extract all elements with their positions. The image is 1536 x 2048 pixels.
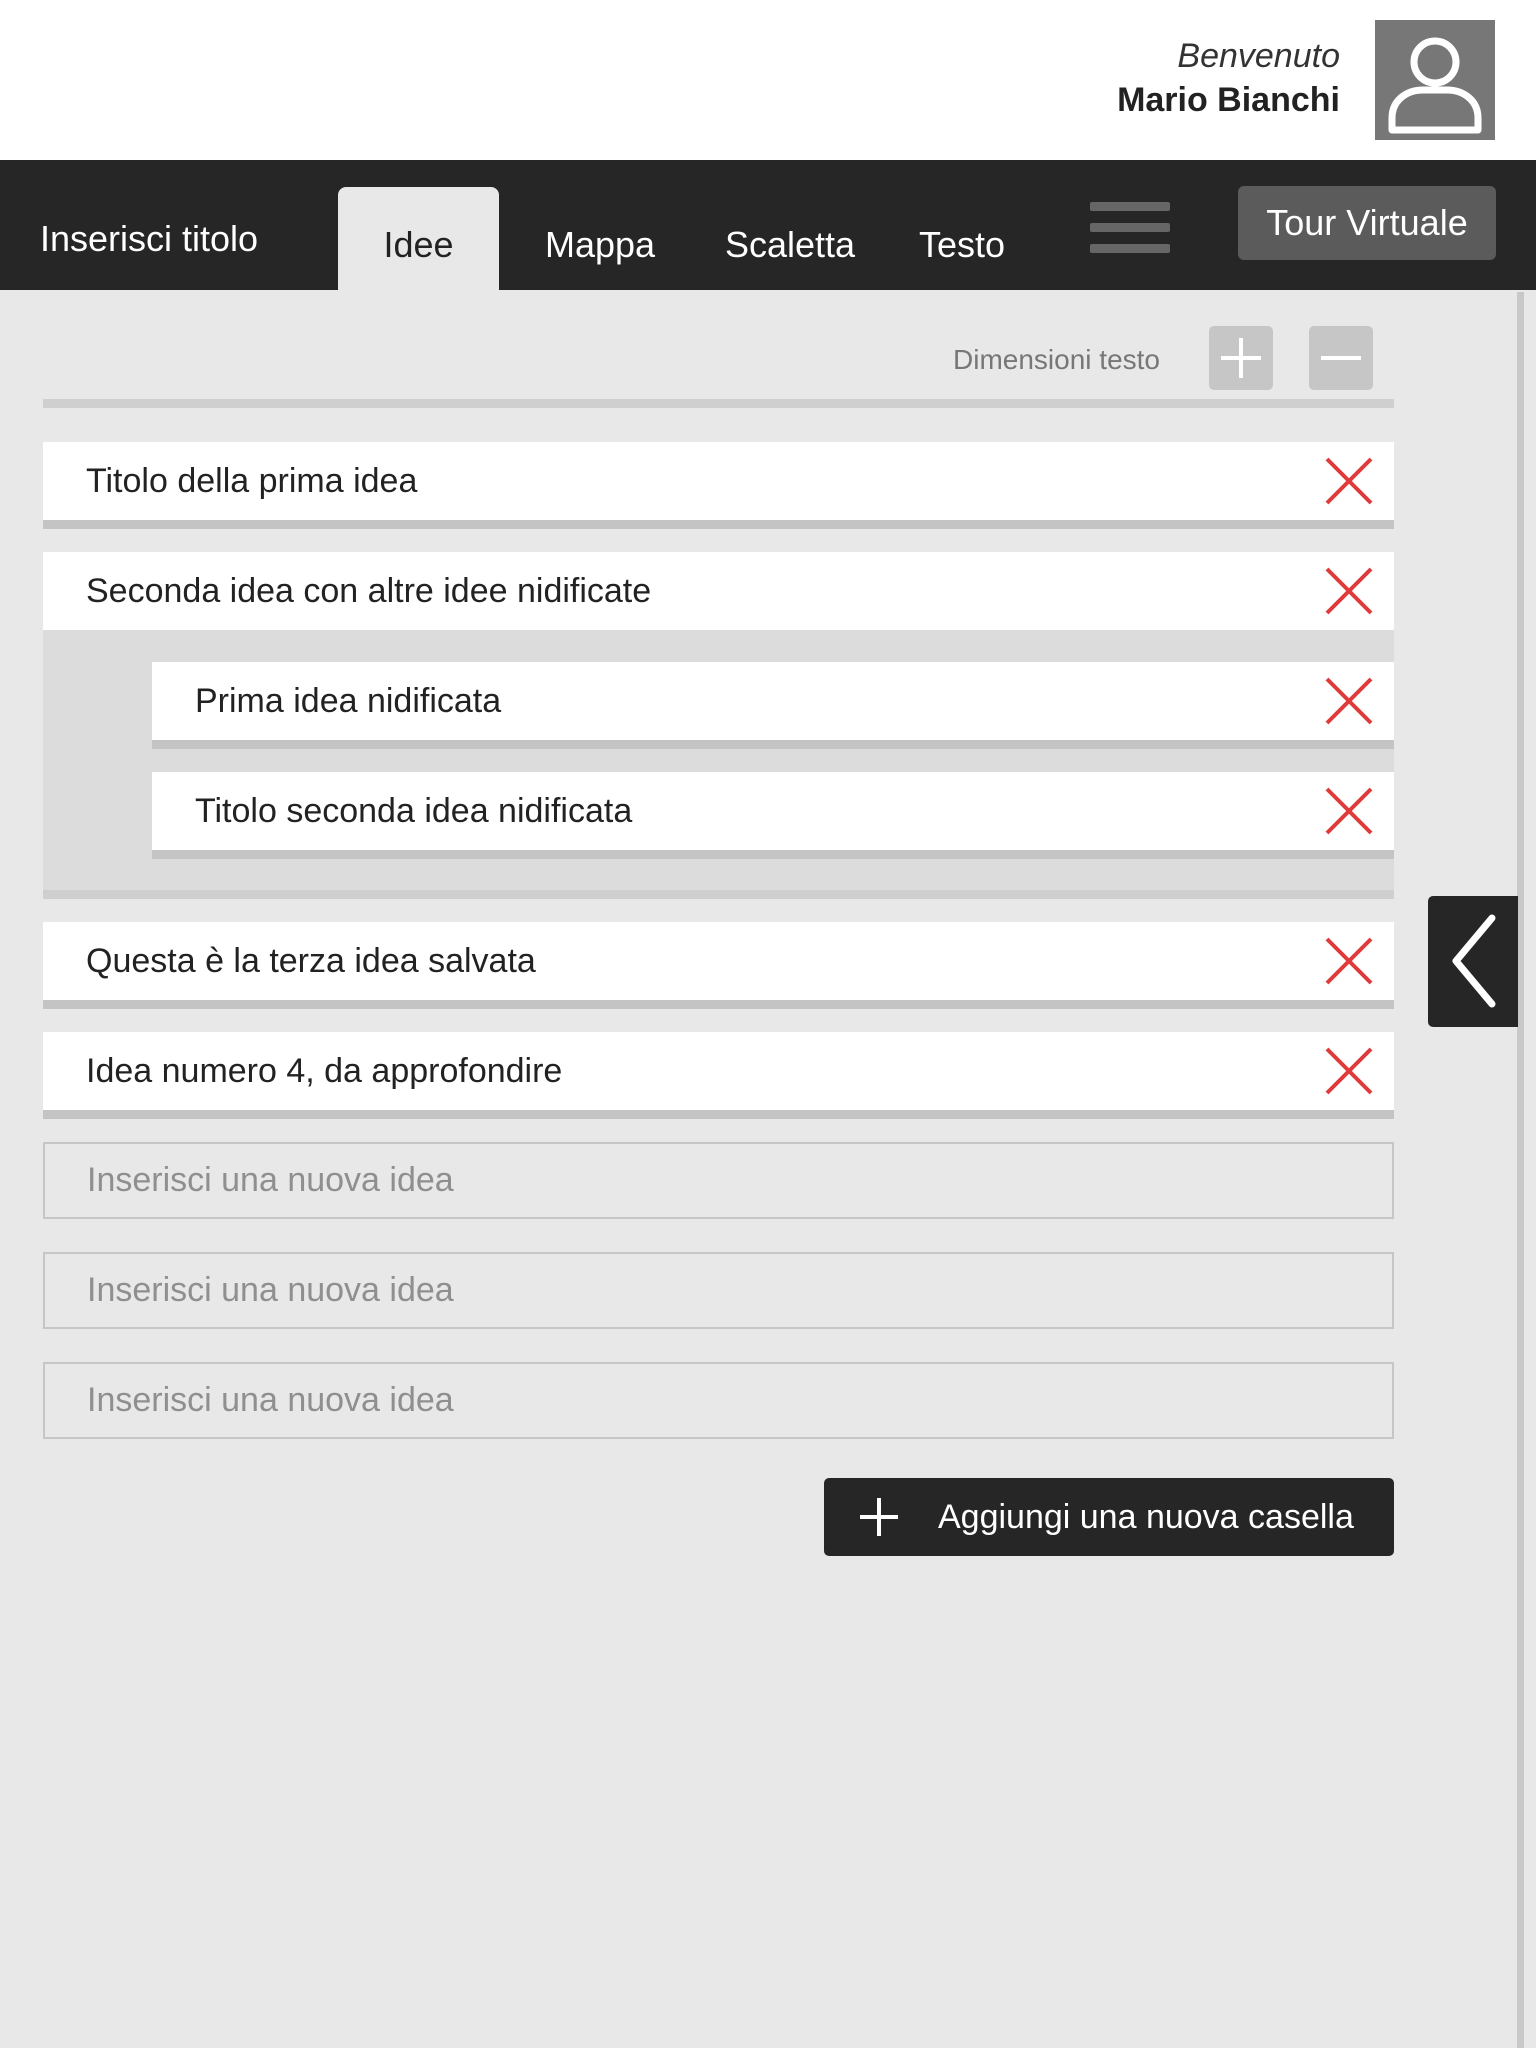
text-size-label: Dimensioni testo (953, 344, 1160, 375)
nested-idea-item[interactable]: Prima idea nidificata (152, 662, 1394, 749)
tab-testo[interactable]: Testo (906, 187, 1018, 290)
minus-icon[interactable] (1309, 326, 1373, 390)
add-new-box-label: Aggiungi una nuova casella (938, 1497, 1354, 1536)
document-title[interactable]: Inserisci titolo (40, 218, 258, 260)
welcome-block: Benvenuto Mario Bianchi (1117, 34, 1340, 122)
new-idea-input[interactable] (45, 1364, 1392, 1437)
idea-title[interactable]: Prima idea nidificata (195, 662, 501, 740)
scrollbar[interactable] (1517, 292, 1524, 2048)
header: Benvenuto Mario Bianchi (0, 0, 1536, 160)
welcome-label: Benvenuto (1177, 37, 1340, 75)
new-idea-input[interactable] (45, 1254, 1392, 1327)
idea-item[interactable]: Idea numero 4, da approfondire (43, 1032, 1394, 1119)
idea-item[interactable]: Seconda idea con altre idee nidificate (43, 552, 1394, 630)
chevron-left-icon (1452, 914, 1496, 1008)
idea-title[interactable]: Idea numero 4, da approfondire (86, 1032, 562, 1110)
tab-idee[interactable]: Idee (338, 187, 499, 290)
tab-mappa[interactable]: Mappa (530, 187, 670, 290)
delete-icon[interactable] (1324, 786, 1374, 836)
add-new-box-button[interactable]: Aggiungi una nuova casella (824, 1478, 1394, 1556)
idea-title[interactable]: Titolo della prima idea (86, 442, 417, 520)
delete-icon[interactable] (1324, 1046, 1374, 1096)
plus-icon[interactable] (1209, 326, 1273, 390)
idea-title[interactable]: Titolo seconda idea nidificata (195, 772, 632, 850)
new-idea-field[interactable] (43, 1362, 1394, 1439)
side-panel-toggle[interactable] (1428, 896, 1518, 1027)
plus-icon (860, 1498, 898, 1536)
delete-icon[interactable] (1324, 676, 1374, 726)
tour-virtuale-button[interactable]: Tour Virtuale (1238, 186, 1496, 260)
hamburger-menu-icon[interactable] (1090, 202, 1170, 254)
new-idea-input[interactable] (45, 1144, 1392, 1217)
delete-icon[interactable] (1324, 566, 1374, 616)
delete-icon[interactable] (1324, 936, 1374, 986)
navbar: Inserisci titolo Idee Mappa Scaletta Tes… (0, 160, 1536, 290)
new-idea-field[interactable] (43, 1142, 1394, 1219)
user-name: Mario Bianchi (1117, 81, 1340, 119)
new-idea-field[interactable] (43, 1252, 1394, 1329)
idea-item[interactable]: Questa è la terza idea salvata (43, 922, 1394, 1009)
tab-scaletta[interactable]: Scaletta (712, 187, 868, 290)
delete-icon[interactable] (1324, 456, 1374, 506)
idea-item[interactable]: Titolo della prima idea (43, 442, 1394, 529)
idea-title[interactable]: Seconda idea con altre idee nidificate (86, 552, 651, 630)
nested-idea-item[interactable]: Titolo seconda idea nidificata (152, 772, 1394, 859)
user-icon[interactable] (1375, 20, 1495, 140)
divider (43, 399, 1394, 408)
idea-title[interactable]: Questa è la terza idea salvata (86, 922, 536, 1000)
